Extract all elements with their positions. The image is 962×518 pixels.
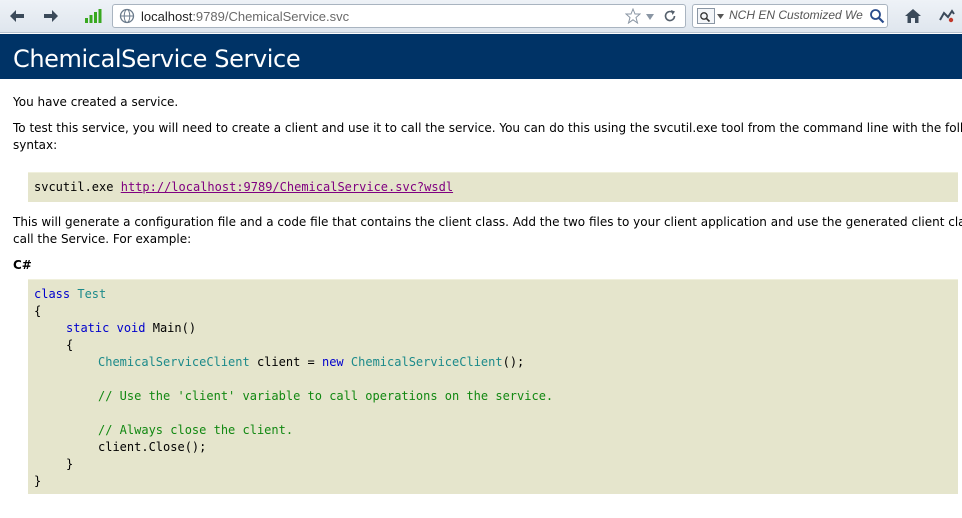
page-title: ChemicalService Service xyxy=(13,45,301,73)
code-line: { xyxy=(66,338,74,352)
code-line: static void Main() xyxy=(66,321,197,335)
code-comment: // Use the 'client' variable to call ope… xyxy=(98,389,554,403)
code-line: { xyxy=(34,304,42,318)
browser-toolbar: localhost:9789/ChemicalService.svc xyxy=(0,0,962,33)
dropdown-arrow-icon[interactable] xyxy=(645,13,655,21)
code-line: } xyxy=(66,457,74,471)
language-label: C# xyxy=(13,258,32,272)
code-sample-box: class Test { static void Main() { Chemic… xyxy=(28,279,958,494)
search-box[interactable] xyxy=(692,4,888,28)
code-comment: // Always close the client. xyxy=(98,423,294,437)
addon-icon xyxy=(939,9,955,23)
search-input[interactable] xyxy=(729,8,865,22)
signal-button[interactable] xyxy=(82,6,104,26)
forward-button[interactable] xyxy=(40,6,62,26)
addon-button[interactable] xyxy=(936,6,958,26)
url-path: :9789/ChemicalService.svc xyxy=(192,9,350,24)
forward-arrow-icon xyxy=(44,10,58,22)
url-host: localhost xyxy=(141,9,193,24)
page-header: ChemicalService Service xyxy=(0,34,962,79)
search-engine-icon[interactable] xyxy=(697,8,715,24)
bookmark-star-icon[interactable] xyxy=(625,8,641,24)
home-icon xyxy=(905,9,921,23)
wsdl-link[interactable]: http://localhost:9789/ChemicalService.sv… xyxy=(121,180,453,194)
code-line: class Test xyxy=(34,287,107,301)
intro-text: You have created a service. xyxy=(13,95,179,109)
instructions-line-1: To test this service, you will need to c… xyxy=(13,121,962,135)
generate-line-2: call the Service. For example: xyxy=(13,232,192,246)
back-arrow-icon xyxy=(10,10,24,22)
magnifier-icon[interactable] xyxy=(869,8,885,24)
address-url: localhost:9789/ChemicalService.svc xyxy=(141,9,349,24)
engine-dropdown-icon[interactable] xyxy=(717,14,724,19)
generate-line-1: This will generate a configuration file … xyxy=(13,215,962,229)
code-line: } xyxy=(34,474,42,488)
svcutil-command: svcutil.exe xyxy=(34,180,114,194)
globe-icon xyxy=(119,8,135,24)
home-button[interactable] xyxy=(902,6,924,26)
address-bar[interactable]: localhost:9789/ChemicalService.svc xyxy=(112,4,686,28)
svcutil-command-box: svcutil.exe http://localhost:9789/Chemic… xyxy=(28,172,958,202)
code-line: client.Close(); xyxy=(98,440,207,454)
reload-icon[interactable] xyxy=(663,9,677,23)
back-button[interactable] xyxy=(6,6,28,26)
code-line: ChemicalServiceClient client = new Chemi… xyxy=(98,355,525,369)
instructions-line-2: syntax: xyxy=(13,138,58,152)
signal-bars-icon xyxy=(85,9,102,23)
